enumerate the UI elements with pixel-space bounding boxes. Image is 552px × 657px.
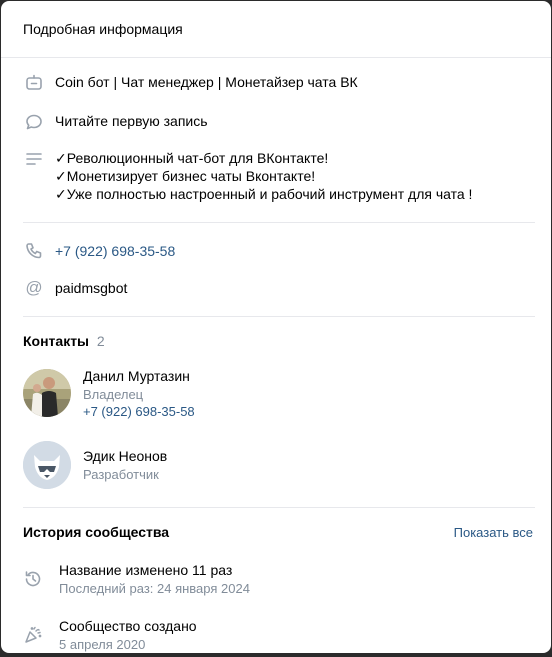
- contacts-section: Контакты 2 Данил Муртазин Владелец +7 (9…: [1, 333, 551, 501]
- message-bubble-icon: [24, 112, 44, 132]
- history-item-subtitle: 5 апреля 2020: [59, 637, 146, 652]
- default-avatar-icon: [23, 441, 71, 489]
- avatar[interactable]: [23, 369, 71, 417]
- at-sign-icon: @: [25, 278, 43, 297]
- divider: [23, 507, 535, 508]
- contact-phone[interactable]: +7 (922) 698-35-58: [83, 403, 195, 420]
- history-clock-icon: [23, 569, 43, 589]
- info-name-row: Coin бот | Чат менеджер | Монетайзер чат…: [23, 73, 529, 93]
- contacts-info-section: +7 (922) 698-35-58 @ paidmsgbot: [1, 241, 551, 298]
- party-popper-icon: [23, 625, 43, 645]
- username-row: @ paidmsgbot: [23, 278, 529, 298]
- modal-title: Подробная информация: [23, 21, 183, 37]
- history-item-text: Название изменено 11 раз Последний раз: …: [59, 560, 250, 598]
- contact-item[interactable]: Данил Муртазин Владелец +7 (922) 698-35-…: [23, 357, 529, 429]
- history-item-title: Сообщество создано: [59, 618, 197, 634]
- description-line: ✓Революционный чат-бот для ВКонтакте!: [55, 150, 329, 166]
- history-item-title: Название изменено 11 раз: [59, 562, 233, 578]
- history-section: История сообщества Показать все Название…: [1, 524, 551, 653]
- bot-icon: [24, 73, 44, 93]
- info-description-row: ✓Революционный чат-бот для ВКонтакте! ✓М…: [23, 149, 529, 203]
- contact-name[interactable]: Данил Муртазин: [83, 367, 195, 386]
- community-name: Coin бот | Чат менеджер | Монетайзер чат…: [55, 74, 358, 90]
- history-item: Название изменено 11 раз Последний раз: …: [23, 560, 529, 598]
- info-status-row: Читайте первую запись: [23, 112, 529, 132]
- avatar[interactable]: [23, 441, 71, 489]
- contact-role: Владелец: [83, 386, 144, 402]
- history-item-subtitle: Последний раз: 24 января 2024: [59, 581, 250, 596]
- contact-details: Эдик Неонов Разработчик: [83, 447, 167, 483]
- contact-item[interactable]: Эдик Неонов Разработчик: [23, 429, 529, 501]
- history-item: Сообщество создано 5 апреля 2020: [23, 616, 529, 653]
- history-header: История сообщества Показать все: [23, 524, 533, 540]
- phone-icon: [24, 241, 44, 261]
- history-item-text: Сообщество создано 5 апреля 2020: [59, 616, 197, 653]
- contact-role: Разработчик: [83, 467, 159, 482]
- text-lines-icon: [24, 149, 44, 169]
- info-section: Coin бот | Чат менеджер | Монетайзер чат…: [1, 73, 551, 203]
- description-line: ✓Монетизирует бизнес чаты Вконтакте!: [55, 168, 316, 184]
- divider: [23, 222, 535, 223]
- contact-name[interactable]: Эдик Неонов: [83, 447, 167, 466]
- contact-details: Данил Муртазин Владелец +7 (922) 698-35-…: [83, 367, 195, 420]
- divider: [23, 316, 535, 317]
- contacts-heading: Контакты 2: [23, 333, 529, 349]
- modal-header: Подробная информация: [1, 1, 551, 58]
- contacts-title: Контакты: [23, 333, 90, 349]
- description-line: ✓Уже полностью настроенный и рабочий инс…: [55, 186, 473, 202]
- phone-row[interactable]: +7 (922) 698-35-58: [23, 241, 529, 261]
- phone-link[interactable]: +7 (922) 698-35-58: [55, 243, 175, 259]
- history-title: История сообщества: [23, 524, 170, 540]
- community-status: Читайте первую запись: [55, 113, 208, 129]
- community-info-modal: Подробная информация Coin бот | Чат мене…: [1, 1, 551, 653]
- contacts-count: 2: [96, 333, 105, 349]
- username: paidmsgbot: [55, 280, 128, 296]
- show-all-link[interactable]: Показать все: [454, 525, 533, 540]
- community-description: ✓Революционный чат-бот для ВКонтакте! ✓М…: [55, 149, 472, 203]
